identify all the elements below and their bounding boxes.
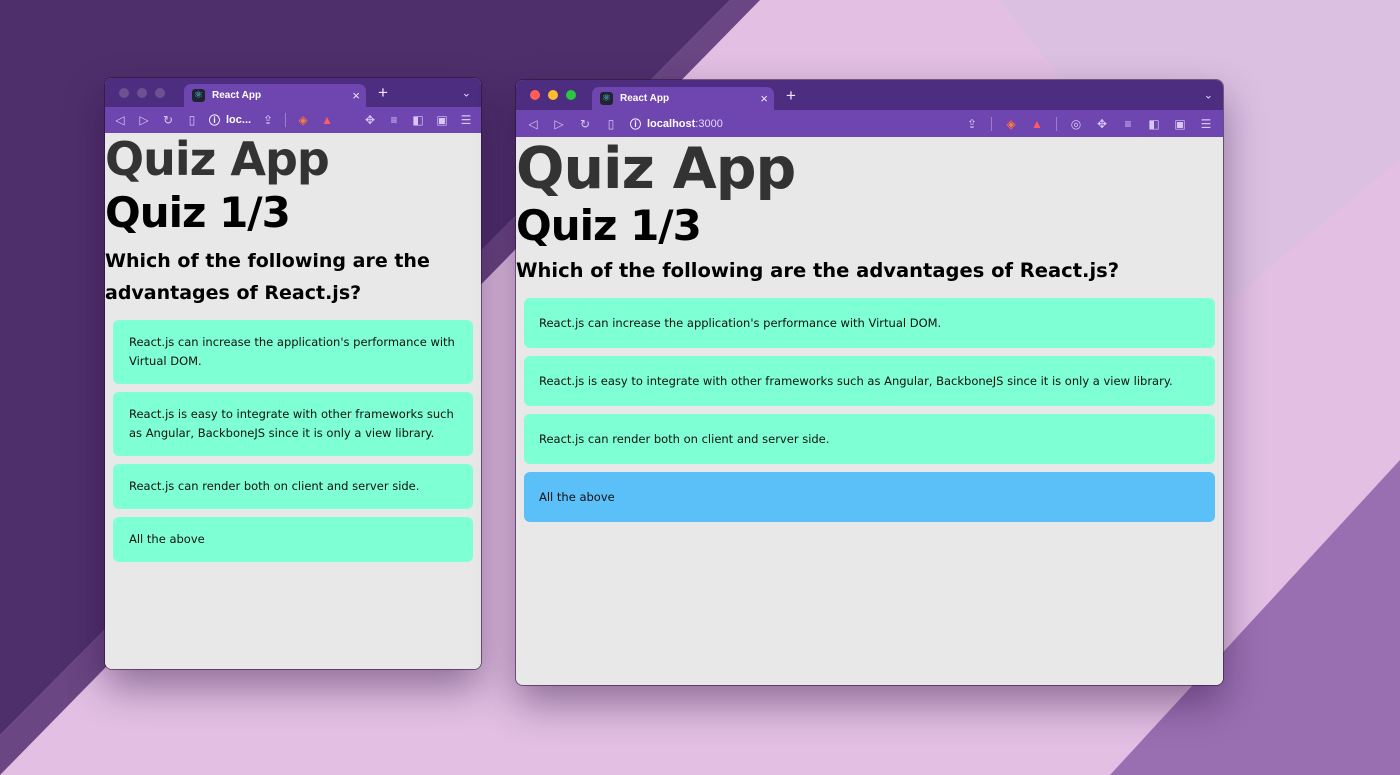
answer-option[interactable]: React.js can render both on client and s… xyxy=(113,464,473,509)
react-icon: ⚛ xyxy=(192,89,205,102)
browser-window-small: ⚛ React App × + ⌄ ◁ ▷ ↻ ▯ ⓘ loc... ⇪ ◈ ▲… xyxy=(105,78,481,669)
toolbar-divider xyxy=(285,113,287,127)
toolbar-divider xyxy=(1056,116,1057,131)
tab-title: React App xyxy=(620,93,670,104)
reload-icon[interactable]: ↻ xyxy=(578,117,592,131)
menu-icon[interactable]: ☰ xyxy=(1199,117,1213,131)
tab-react-app[interactable]: ⚛ React App × xyxy=(592,87,774,110)
site-info-icon[interactable]: ⓘ xyxy=(630,116,641,132)
tab-react-app[interactable]: ⚛ React App × xyxy=(184,84,366,107)
url-host: localhost xyxy=(647,117,696,130)
minimize-window-button[interactable] xyxy=(548,90,558,100)
browser-toolbar: ◁ ▷ ↻ ▯ ⓘ loc... ⇪ ◈ ▲ ✥ ≡ ◧ ▣ ☰ xyxy=(105,107,481,133)
url-port: :3000 xyxy=(695,117,723,130)
page-content: Quiz App Quiz 1/3 Which of the following… xyxy=(105,133,481,669)
extensions-icon[interactable]: ✥ xyxy=(363,113,377,127)
tab-search-chevron-icon[interactable]: ⌄ xyxy=(1204,89,1213,102)
new-tab-button[interactable]: + xyxy=(378,84,388,101)
close-tab-icon[interactable]: × xyxy=(760,92,768,105)
toolbar-divider xyxy=(991,116,992,131)
playlist-icon[interactable]: ≡ xyxy=(1121,117,1135,131)
minimize-window-button[interactable] xyxy=(137,87,147,98)
url-text: loc... xyxy=(226,114,252,126)
wallet-icon[interactable]: ▣ xyxy=(435,113,449,127)
answer-options: React.js can increase the application's … xyxy=(516,285,1223,522)
answer-options: React.js can increase the application's … xyxy=(105,309,481,562)
answer-option[interactable]: React.js is easy to integrate with other… xyxy=(524,356,1215,406)
sidebar-icon[interactable]: ◧ xyxy=(411,113,425,127)
brave-rewards-icon[interactable]: ▲ xyxy=(320,113,334,127)
menu-icon[interactable]: ☰ xyxy=(459,113,473,127)
new-tab-button[interactable]: + xyxy=(786,87,796,104)
extensions-icon[interactable]: ✥ xyxy=(1095,117,1109,131)
zoom-window-button[interactable] xyxy=(155,87,165,98)
tab-bar: ⚛ React App × + ⌄ xyxy=(516,80,1223,110)
browser-toolbar: ◁ ▷ ↻ ▯ ⓘ localhost:3000 ⇪ ◈ ▲ ◎ ✥ ≡ ◧ ▣… xyxy=(516,110,1223,137)
quiz-progress-title: Quiz 1/3 xyxy=(105,188,291,237)
back-icon[interactable]: ◁ xyxy=(526,117,540,131)
close-window-button[interactable] xyxy=(530,90,540,100)
answer-option[interactable]: React.js can increase the application's … xyxy=(113,320,473,384)
wallet-icon[interactable]: ▣ xyxy=(1173,117,1187,131)
reload-icon[interactable]: ↻ xyxy=(161,113,175,127)
question-text: Which of the following are the advantage… xyxy=(105,250,430,304)
sidebar-icon[interactable]: ◧ xyxy=(1147,117,1161,131)
window-controls xyxy=(105,87,165,98)
react-icon: ⚛ xyxy=(600,92,613,105)
question-text: Which of the following are the advantage… xyxy=(516,259,1120,282)
app-title: Quiz App xyxy=(516,137,796,202)
playlist-icon[interactable]: ≡ xyxy=(387,113,401,127)
brave-rewards-icon[interactable]: ▲ xyxy=(1030,117,1044,131)
window-controls xyxy=(516,90,576,100)
site-info-icon[interactable]: ⓘ xyxy=(209,112,220,128)
answer-option[interactable]: React.js can render both on client and s… xyxy=(524,414,1215,464)
brave-shields-icon[interactable]: ◈ xyxy=(296,113,310,127)
address-bar[interactable]: ⓘ localhost:3000 xyxy=(630,116,723,132)
answer-option[interactable]: React.js can increase the application's … xyxy=(524,298,1215,348)
chrome-extension-icon[interactable]: ◎ xyxy=(1069,117,1083,131)
browser-window-large: ⚛ React App × + ⌄ ◁ ▷ ↻ ▯ ⓘ localhost:30… xyxy=(516,80,1223,685)
answer-option[interactable]: React.js is easy to integrate with other… xyxy=(113,392,473,456)
back-icon[interactable]: ◁ xyxy=(113,113,127,127)
app-title: Quiz App xyxy=(105,133,330,186)
tab-title: React App xyxy=(212,90,262,101)
quiz-progress-title: Quiz 1/3 xyxy=(516,201,702,250)
share-icon[interactable]: ⇪ xyxy=(261,113,275,127)
answer-option-selected[interactable]: All the above xyxy=(524,472,1215,522)
tab-search-chevron-icon[interactable]: ⌄ xyxy=(462,86,471,99)
bookmark-icon[interactable]: ▯ xyxy=(185,113,199,127)
answer-option[interactable]: All the above xyxy=(113,517,473,562)
address-bar[interactable]: ⓘ loc... xyxy=(209,112,251,128)
brave-shields-icon[interactable]: ◈ xyxy=(1004,117,1018,131)
zoom-window-button[interactable] xyxy=(566,90,576,100)
bookmark-icon[interactable]: ▯ xyxy=(604,117,618,131)
forward-icon[interactable]: ▷ xyxy=(552,117,566,131)
page-content: Quiz App Quiz 1/3 Which of the following… xyxy=(516,137,1223,685)
forward-icon[interactable]: ▷ xyxy=(137,113,151,127)
close-tab-icon[interactable]: × xyxy=(352,89,360,102)
close-window-button[interactable] xyxy=(119,87,129,98)
tab-bar: ⚛ React App × + ⌄ xyxy=(105,78,481,107)
share-icon[interactable]: ⇪ xyxy=(965,117,979,131)
